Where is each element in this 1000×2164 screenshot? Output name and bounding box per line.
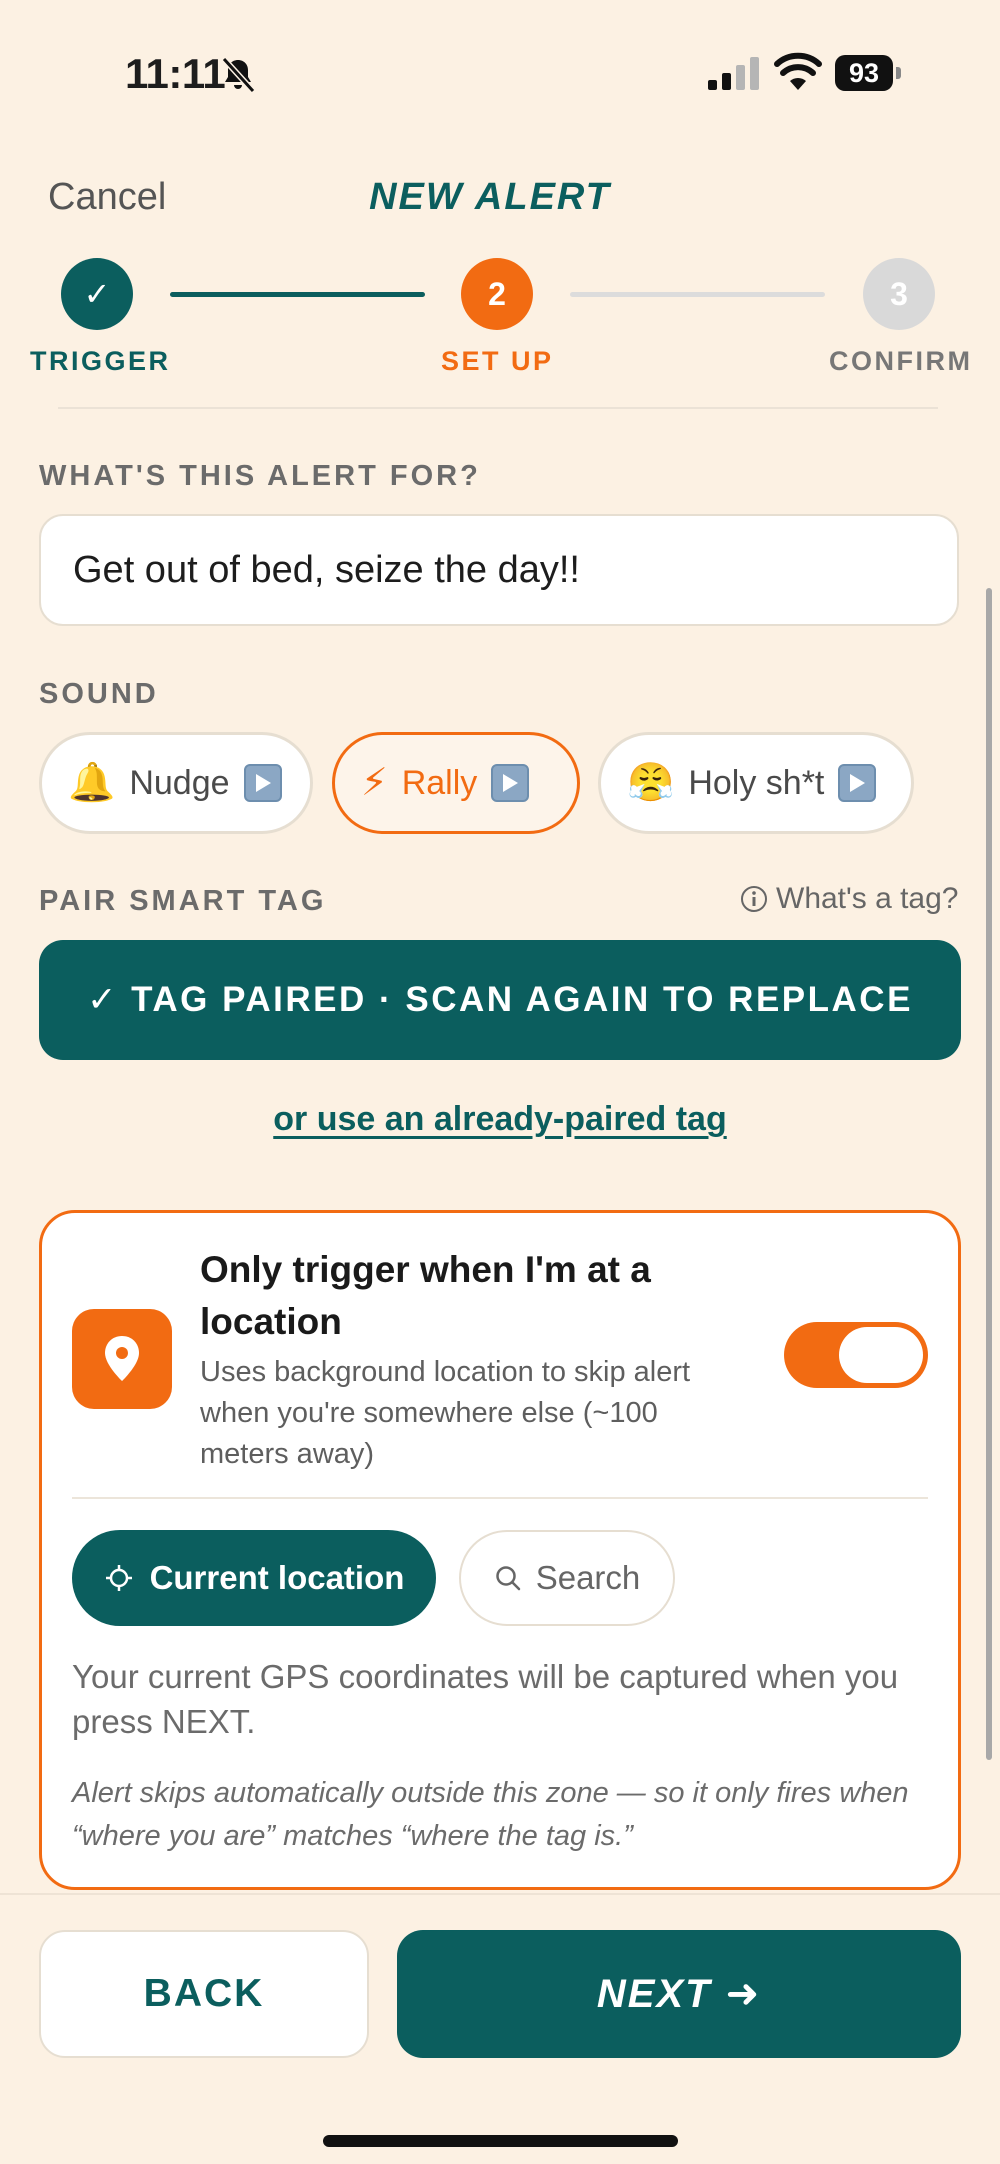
back-button[interactable]: BACK <box>39 1930 369 2058</box>
crosshair-icon <box>105 1565 132 1591</box>
play-icon[interactable] <box>838 764 877 802</box>
header-divider <box>58 407 938 409</box>
sound-option-rally[interactable]: ⚡ Rally <box>332 732 580 834</box>
footer-divider <box>0 1893 1000 1895</box>
sound-option-holy[interactable]: 😤 Holy sh*t <box>598 732 914 834</box>
status-time: 11:11 <box>125 50 226 97</box>
search-icon <box>495 1566 520 1591</box>
home-indicator[interactable] <box>323 2135 678 2147</box>
location-toggle-description: Uses background location to skip alert w… <box>200 1356 691 1470</box>
tag-paired-button[interactable]: ✓ TAG PAIRED · SCAN AGAIN TO REPLACE <box>39 940 961 1060</box>
step-label-confirm: CONFIRM <box>829 346 973 376</box>
sound-option-label: Holy sh*t <box>688 763 825 802</box>
whats-a-tag-link[interactable]: What's a tag? <box>740 882 959 916</box>
location-pin-icon <box>72 1309 172 1409</box>
search-label: Search <box>535 1559 641 1596</box>
next-button[interactable]: NEXT ➜ <box>397 1930 961 2058</box>
battery-level: 93 <box>835 55 893 91</box>
arrow-right-icon: ➜ <box>725 1972 762 2016</box>
wifi-icon <box>774 52 822 90</box>
sound-option-label: Nudge <box>129 763 230 802</box>
alert-name-input[interactable]: Get out of bed, seize the day!! <box>39 514 959 626</box>
pair-tag-label: PAIR SMART TAG <box>39 885 327 917</box>
alert-for-label: WHAT'S THIS ALERT FOR? <box>39 460 481 492</box>
play-icon[interactable] <box>243 764 282 802</box>
current-location-button[interactable]: Current location <box>72 1530 436 1626</box>
search-location-button[interactable]: Search <box>459 1530 675 1626</box>
location-toggle[interactable] <box>784 1322 928 1388</box>
bell-muted-icon <box>221 56 256 94</box>
sound-option-nudge[interactable]: 🔔 Nudge <box>39 732 313 834</box>
whats-a-tag-text: What's a tag? <box>776 882 959 915</box>
bell-emoji-icon: 🔔 <box>68 762 116 804</box>
sound-label: SOUND <box>39 678 159 710</box>
step-2-current: 2 <box>461 258 533 330</box>
battery-indicator: 93 <box>835 55 905 91</box>
skip-zone-note: Alert skips automatically outside this z… <box>72 1777 909 1852</box>
play-icon[interactable] <box>491 764 530 802</box>
step-connector-pending <box>570 292 825 297</box>
step-1-done-icon: ✓ <box>61 258 133 330</box>
scrollbar[interactable] <box>986 588 992 1760</box>
step-label-trigger: TRIGGER <box>30 346 171 376</box>
angry-face-emoji-icon: 😤 <box>627 762 675 804</box>
use-paired-tag-link[interactable]: or use an already-paired tag <box>0 1100 1000 1139</box>
location-toggle-title: Only trigger when I'm at a location <box>200 1249 651 1342</box>
sound-option-label: Rally <box>401 763 478 802</box>
toggle-knob <box>839 1327 923 1383</box>
gps-note: Your current GPS coordinates will be cap… <box>72 1658 899 1740</box>
next-label: NEXT <box>596 1971 712 2016</box>
card-divider <box>72 1497 928 1499</box>
page-title: NEW ALERT <box>369 176 611 218</box>
lightning-emoji-icon: ⚡ <box>361 762 388 804</box>
current-location-label: Current location <box>149 1559 405 1596</box>
step-label-setup: SET UP <box>441 346 554 376</box>
info-icon <box>741 886 767 912</box>
cellular-signal-icon <box>708 57 759 90</box>
step-connector-complete <box>170 292 425 297</box>
step-3-pending: 3 <box>863 258 935 330</box>
